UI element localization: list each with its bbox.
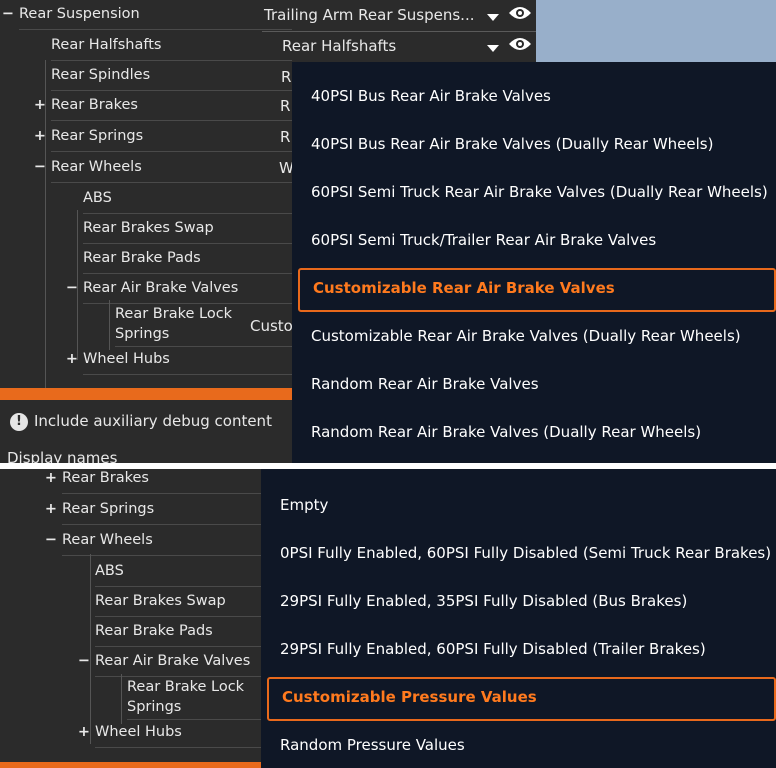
tree-item[interactable]: + Rear Brakes	[33, 93, 138, 117]
halfshafts-select-value[interactable]: Rear Halfshafts	[282, 34, 396, 58]
tree-item[interactable]: − Rear Wheels	[33, 155, 142, 179]
dropdown-option[interactable]: 60PSI Semi Truck Rear Air Brake Valves (…	[298, 172, 776, 212]
eye-icon[interactable]	[508, 4, 532, 22]
tree-item-label: Rear Brakes	[62, 470, 149, 486]
tree-item-label: ABS	[83, 190, 112, 206]
tree-item-label: Rear Air Brake Valves	[95, 653, 251, 669]
tree-item-label: Rear Brakes Swap	[95, 593, 226, 609]
tree-item[interactable]: − Rear Suspension	[1, 2, 140, 26]
chevron-down-icon[interactable]	[487, 14, 499, 21]
tree-item[interactable]: + Rear Springs	[44, 497, 154, 521]
dropdown-option[interactable]: 60PSI Semi Truck/Trailer Rear Air Brake …	[298, 220, 776, 260]
dropdown-option[interactable]: Random Rear Air Brake Valves (Dually Rea…	[298, 412, 776, 452]
tree-item-label: ABS	[95, 563, 124, 579]
plus-icon[interactable]: +	[44, 497, 58, 521]
tree-item[interactable]: Rear Spindles	[33, 63, 150, 87]
suspension-select-value[interactable]: Trailing Arm Rear Suspens...	[264, 3, 474, 27]
tree-item[interactable]: Rear Brakes Swap	[77, 589, 226, 613]
tree-item-label: Rear Brakes	[51, 97, 138, 113]
tree-item-label: Rear Brake Pads	[83, 250, 201, 266]
tree-item[interactable]: − Rear Wheels	[44, 528, 153, 552]
air-brake-valves-dropdown[interactable]: 40PSI Bus Rear Air Brake Valves 40PSI Bus…	[292, 62, 776, 463]
tree-item-label: Rear Wheels	[51, 159, 142, 175]
tree-item-label: Rear Springs	[51, 128, 144, 144]
tree-item-label-continued: Springs	[127, 699, 182, 715]
lock-springs-select-value[interactable]: Custo	[250, 314, 293, 338]
debug-content-option[interactable]: ! Include auxiliary debug content	[10, 410, 272, 432]
section-divider	[0, 388, 292, 400]
tree-item[interactable]: Rear Halfshafts	[33, 33, 161, 57]
tree-item[interactable]: − Rear Air Brake Valves	[77, 649, 250, 673]
tree-item-label: Rear Spindles	[51, 67, 151, 83]
tree-item-label: Rear Springs	[62, 501, 155, 517]
minus-icon[interactable]: −	[44, 528, 58, 552]
tree-item[interactable]: + Rear Brakes	[44, 469, 149, 490]
tree-item[interactable]: ABS	[77, 559, 124, 583]
tree-item[interactable]: + Wheel Hubs	[65, 347, 170, 371]
debug-content-label: Include auxiliary debug content	[34, 412, 272, 430]
top-screenshot-panel: − Rear Suspension Rear Halfshafts Rear Spin…	[0, 0, 776, 463]
section-divider	[0, 762, 262, 768]
plus-icon[interactable]: +	[77, 720, 91, 744]
display-names-label[interactable]: Display names	[7, 447, 117, 463]
spindles-select-value[interactable]: R	[281, 65, 291, 89]
tree-item[interactable]: + Wheel Hubs	[77, 720, 182, 744]
plus-icon[interactable]: +	[44, 469, 58, 490]
tree-item-label: Wheel Hubs	[83, 351, 170, 367]
dropdown-option-selected[interactable]: Customizable Pressure Values	[267, 677, 776, 721]
tree-item-label: Rear Brakes Swap	[83, 220, 214, 236]
info-icon: !	[10, 412, 28, 431]
dropdown-option[interactable]: 40PSI Bus Rear Air Brake Valves (Dually …	[298, 124, 776, 164]
tree-item-label: Rear Halfshafts	[51, 37, 162, 53]
pressure-values-dropdown[interactable]: Empty 0PSI Fully Enabled, 60PSI Fully Dis…	[261, 469, 776, 768]
minus-icon[interactable]: −	[1, 2, 15, 26]
dropdown-option[interactable]: Customizable Rear Air Brake Valves (Dual…	[298, 316, 776, 356]
minus-icon[interactable]: −	[77, 649, 91, 673]
chevron-down-icon[interactable]	[487, 45, 499, 52]
tree-item-label: Rear Wheels	[62, 532, 153, 548]
dropdown-option[interactable]: Empty	[267, 485, 776, 525]
tree-item[interactable]: Rear Brakes Swap	[65, 216, 214, 240]
tree-item[interactable]: ABS	[65, 186, 112, 210]
tree-item-label-continued: Springs	[115, 326, 170, 342]
dropdown-option[interactable]: 29PSI Fully Enabled, 60PSI Fully Disable…	[267, 629, 776, 669]
dropdown-option[interactable]: Random Rear Air Brake Valves	[298, 364, 776, 404]
eye-icon[interactable]	[508, 35, 532, 53]
viewport-sky	[536, 0, 776, 62]
tree-item-label: Rear Brake Lock	[127, 679, 245, 695]
bottom-screenshot-panel: + Rear Brakes + Rear Springs − Rear Wheels ABS…	[0, 469, 776, 768]
dropdown-option-selected[interactable]: Customizable Rear Air Brake Valves	[298, 268, 776, 312]
springs-select-value[interactable]: R	[280, 125, 290, 149]
dropdown-option[interactable]: 40PSI Bus Rear Air Brake Valves	[298, 76, 776, 116]
dropdown-option[interactable]: 29PSI Fully Enabled, 35PSI Fully Disable…	[267, 581, 776, 621]
tree-item[interactable]: Rear Brake Pads	[77, 619, 213, 643]
dropdown-option[interactable]: 0PSI Fully Enabled, 60PSI Fully Disabled…	[267, 533, 776, 573]
tree-item-label: Wheel Hubs	[95, 724, 182, 740]
tree-item[interactable]: − Rear Air Brake Valves	[65, 276, 238, 300]
tree-item-label: Rear Brake Pads	[95, 623, 213, 639]
tree-item-label: Rear Brake Lock	[115, 306, 233, 322]
tree-item[interactable]: Rear Brake Pads	[65, 246, 201, 270]
brakes-select-value[interactable]: R	[280, 94, 290, 118]
tree-item[interactable]: + Rear Springs	[33, 124, 143, 148]
dropdown-option[interactable]: Random Pressure Values	[267, 725, 776, 765]
tree-item-label: Rear Suspension	[19, 6, 140, 22]
tree-item-label: Rear Air Brake Valves	[83, 280, 239, 296]
